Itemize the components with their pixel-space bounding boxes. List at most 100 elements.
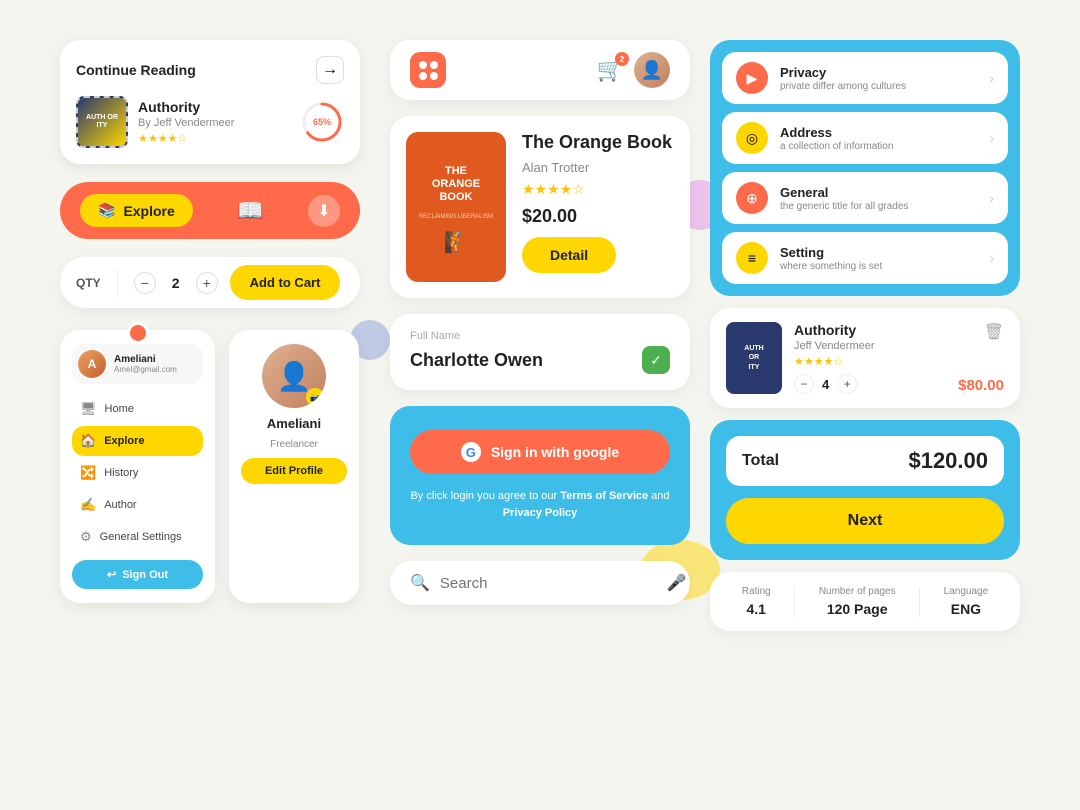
address-icon: ◎ xyxy=(736,122,768,154)
camera-badge: 📷 xyxy=(306,388,324,406)
detail-button[interactable]: Detail xyxy=(522,237,616,273)
sidebar-username: Ameliani xyxy=(114,354,177,365)
home-icon: 🖥 xyxy=(80,401,97,417)
book-cover-figure: 🧗 xyxy=(419,230,493,255)
chevron-right-icon: › xyxy=(989,250,994,266)
book-cover-text: AUTH OR ITY xyxy=(78,98,126,146)
total-row: Total $120.00 xyxy=(726,436,1004,486)
qty-cart-row: QTY − 2 + Add to Cart xyxy=(60,257,360,308)
sidebar-item-history[interactable]: 🔀 History xyxy=(72,458,203,488)
google-signin-button[interactable]: G Sign in with google xyxy=(410,430,670,474)
sidebar-item-settings[interactable]: ⚙ General Settings xyxy=(72,522,203,552)
cart-item-card: AUTHORITY Authority Jeff Vendermeer ★★★★… xyxy=(710,308,1020,408)
search-bar: 🔍 🎤 xyxy=(390,561,690,605)
cart-qty-increase[interactable]: + xyxy=(837,374,857,394)
form-field-value: Charlotte Owen xyxy=(410,350,543,371)
continue-reading-card: Continue Reading → AUTH OR ITY Authority… xyxy=(60,40,360,164)
profile-name: Ameliani xyxy=(267,416,321,431)
search-input[interactable] xyxy=(440,575,639,592)
explore-label: Explore xyxy=(123,203,174,219)
chevron-right-icon: › xyxy=(989,70,994,86)
qty-divider xyxy=(117,269,118,297)
column-1: Continue Reading → AUTH OR ITY Authority… xyxy=(60,40,380,631)
cart-qty-decrease[interactable]: − xyxy=(794,374,814,394)
pages-label: Number of pages xyxy=(819,586,896,597)
book-cover-subtitle: RECLAIMING LIBERALISM xyxy=(419,214,493,220)
cart-item-price: $80.00 xyxy=(958,377,1004,394)
settings-icon: ⚙ xyxy=(80,529,92,545)
google-icon: G xyxy=(461,442,481,462)
sidebar-avatar: A xyxy=(78,350,106,378)
book-author: By Jeff Vendermeer xyxy=(138,117,290,129)
sign-out-button[interactable]: ↩ Sign Out xyxy=(72,560,203,589)
sidebar-user-info: Ameliani Amel@gmail.com xyxy=(114,354,177,374)
settings-label: General Settings xyxy=(100,531,182,543)
logo-dot xyxy=(430,72,438,80)
app-logo-button[interactable] xyxy=(410,52,446,88)
rating-value: 4.1 xyxy=(742,601,771,617)
google-signin-label: Sign in with google xyxy=(491,444,619,460)
book-stats-card: Rating 4.1 Number of pages 120 Page Lang… xyxy=(710,572,1020,631)
sidebar-email: Amel@gmail.com xyxy=(114,365,177,374)
setting-icon: ≡ xyxy=(736,242,768,274)
form-field-row: Charlotte Owen ✓ xyxy=(410,346,670,374)
book-info: Authority By Jeff Vendermeer ★★★★☆ xyxy=(138,99,290,145)
signout-icon: ↩ xyxy=(107,568,116,581)
edit-profile-button[interactable]: Edit Profile xyxy=(241,458,347,484)
settings-item-privacy[interactable]: ▶ Privacy private differ among cultures … xyxy=(722,52,1008,104)
header-avatar[interactable]: 👤 xyxy=(634,52,670,88)
cart-item-author: Jeff Vendermeer xyxy=(794,340,946,352)
profile-role: Freelancer xyxy=(270,439,318,450)
general-text: General the generic title for all grades xyxy=(780,185,977,212)
stat-language: Language ENG xyxy=(944,586,989,617)
history-icon: 🔀 xyxy=(80,465,96,481)
privacy-policy-link[interactable]: Privacy Policy xyxy=(503,507,578,519)
terms-text: By click login you agree to our xyxy=(410,490,560,502)
profile-panels-row: A Ameliani Amel@gmail.com 🖥 Home 🏠 Explo… xyxy=(60,330,360,603)
form-check-badge: ✓ xyxy=(642,346,670,374)
address-text: Address a collection of information xyxy=(780,125,977,152)
explore-button[interactable]: 📚 Explore xyxy=(80,194,193,227)
sidebar-item-explore[interactable]: 🏠 Explore xyxy=(72,426,203,456)
microphone-icon[interactable]: 🎤 xyxy=(667,573,687,593)
logo-dot xyxy=(419,72,427,80)
general-title: General xyxy=(780,185,977,200)
qty-increase-button[interactable]: + xyxy=(196,272,218,294)
cart-remove-button[interactable]: 🗑 xyxy=(984,322,1004,342)
reading-progress: 65% xyxy=(300,100,344,144)
privacy-title: Privacy xyxy=(780,65,977,80)
cart-qty-value: 4 xyxy=(822,377,829,392)
sidebar-user-row: A Ameliani Amel@gmail.com xyxy=(72,344,203,384)
stat-divider xyxy=(794,587,795,617)
explore-bar: 📚 Explore 📖 ⬇ xyxy=(60,182,360,239)
form-field-label: Full Name xyxy=(410,330,670,342)
sidebar-item-home[interactable]: 🖥 Home xyxy=(72,394,203,424)
logo-dot xyxy=(419,61,427,69)
settings-item-setting[interactable]: ≡ Setting where something is set › xyxy=(722,232,1008,284)
add-to-cart-button[interactable]: Add to Cart xyxy=(230,265,341,300)
home-label: Home xyxy=(105,403,134,415)
cart-cover-text: AUTHORITY xyxy=(740,340,767,375)
setting-title: Setting xyxy=(780,245,977,260)
settings-item-general[interactable]: ⊕ General the generic title for all grad… xyxy=(722,172,1008,224)
next-button[interactable]: Next xyxy=(726,498,1004,544)
logo-dots xyxy=(419,61,438,80)
qty-value: 2 xyxy=(168,275,184,291)
cart-badge: 2 xyxy=(615,52,629,66)
explore-nav-label: Explore xyxy=(104,435,144,447)
qty-decrease-button[interactable]: − xyxy=(134,272,156,294)
book-author-detail: Alan Trotter xyxy=(522,160,672,175)
cart-book-cover: AUTHORITY xyxy=(726,322,782,394)
continue-reading-arrow[interactable]: → xyxy=(316,56,344,84)
download-button[interactable]: ⬇ xyxy=(308,195,340,227)
signout-label: Sign Out xyxy=(122,569,168,581)
terms-and: and xyxy=(651,490,669,502)
settings-item-address[interactable]: ◎ Address a collection of information › xyxy=(722,112,1008,164)
stat-rating: Rating 4.1 xyxy=(742,586,771,617)
sidebar-panel: A Ameliani Amel@gmail.com 🖥 Home 🏠 Explo… xyxy=(60,330,215,603)
download-icon: ⬇ xyxy=(317,201,330,221)
terms-of-service-link[interactable]: Terms of Service xyxy=(560,490,648,502)
sidebar-item-author[interactable]: ✍ Author xyxy=(72,490,203,520)
cart-icon-button[interactable]: 🛒 2 xyxy=(597,57,624,83)
book-stars: ★★★★☆ xyxy=(138,132,290,145)
